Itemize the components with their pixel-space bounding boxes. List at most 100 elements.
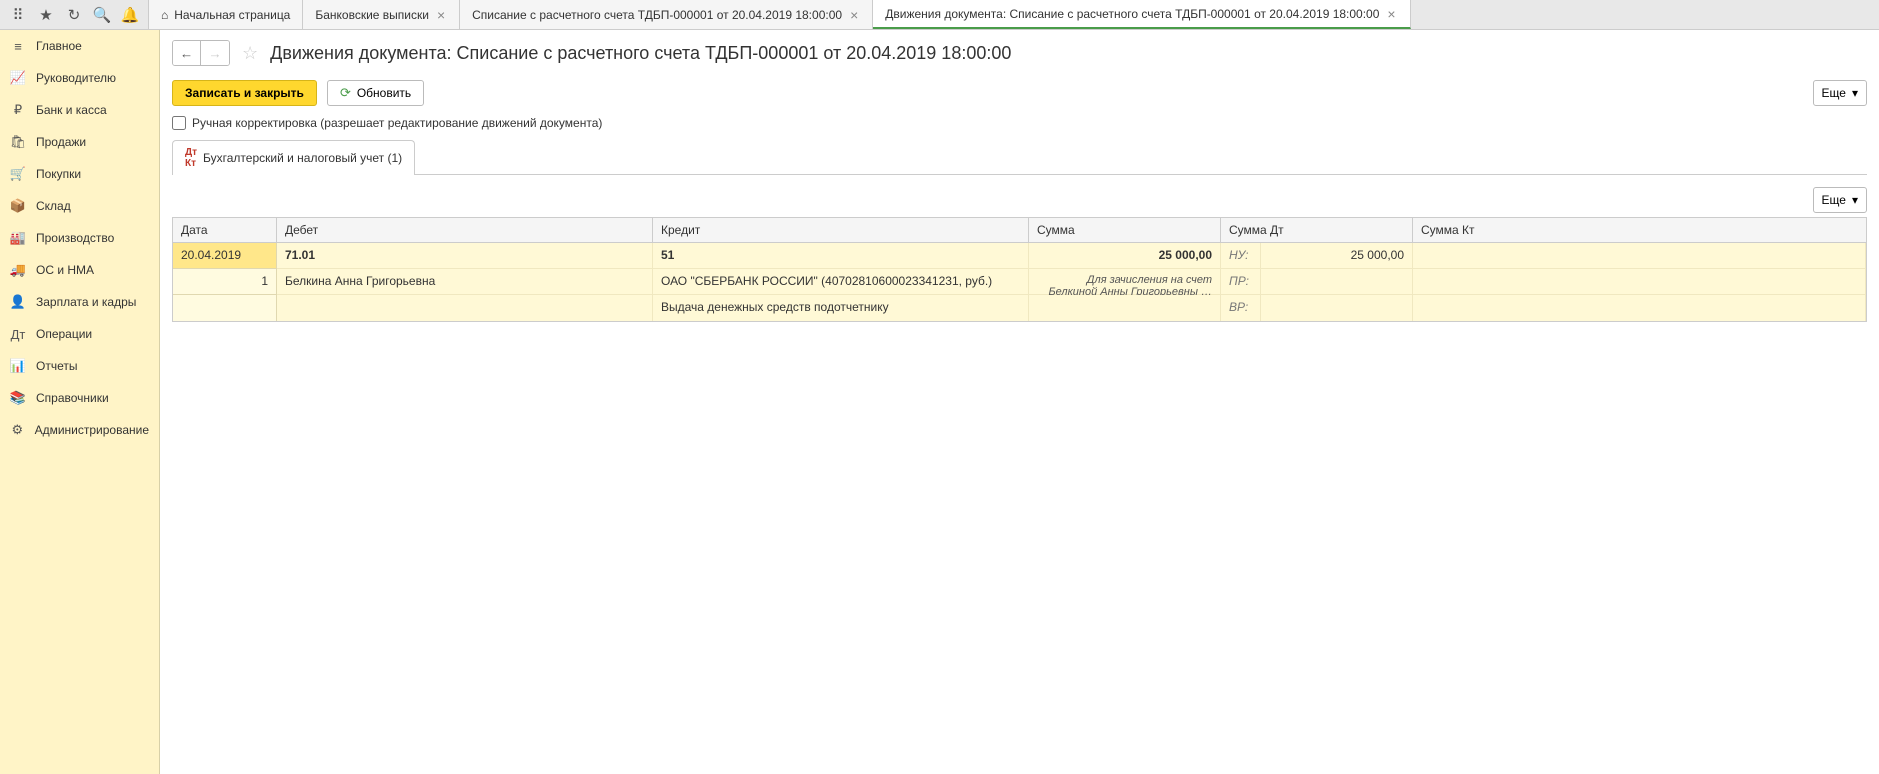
sidebar-item-admin[interactable]: ⚙ Администрирование	[0, 414, 159, 446]
favorites-icon[interactable]: ★	[32, 1, 60, 29]
sidebar-item-label: Покупки	[36, 167, 81, 181]
more-label: Еще	[1822, 86, 1846, 100]
ruble-icon: ₽	[10, 102, 26, 118]
sidebar-item-label: Производство	[36, 231, 114, 245]
bag-icon: 🛍	[10, 134, 26, 150]
sidebar-item-label: Справочники	[36, 391, 109, 405]
col-header-date[interactable]: Дата	[173, 218, 277, 242]
cell-debit-subject: Белкина Анна Григорьевна	[277, 269, 653, 294]
search-icon[interactable]: 🔍	[88, 1, 116, 29]
cell-sum: 25 000,00	[1029, 243, 1221, 268]
sidebar-item-label: Руководителю	[36, 71, 116, 85]
cell-description: Для зачисления на счет Белкиной Анны Гри…	[1029, 269, 1221, 294]
favorite-star-icon[interactable]: ☆	[238, 43, 262, 64]
factory-icon: 🏭	[10, 230, 26, 246]
list-icon: ≡	[10, 38, 26, 54]
cell-empty	[173, 295, 276, 321]
sidebar-item-label: Банк и касса	[36, 103, 107, 117]
sidebar-item-purchases[interactable]: 🛒 Покупки	[0, 158, 159, 190]
more-label: Еще	[1822, 193, 1846, 207]
cell-row-number: 1	[173, 269, 276, 295]
bars-icon: 📊	[10, 358, 26, 374]
manual-edit-label: Ручная корректировка (разрешает редактир…	[192, 116, 602, 130]
manual-edit-checkbox[interactable]	[172, 116, 186, 130]
sidebar-item-label: Продажи	[36, 135, 86, 149]
refresh-label: Обновить	[357, 86, 411, 100]
cell-sumdt-pr	[1261, 269, 1413, 294]
col-header-sumkt[interactable]: Сумма Кт	[1413, 218, 1866, 242]
cell-sumdt-vr	[1261, 295, 1413, 321]
tab-label: Движения документа: Списание с расчетног…	[885, 7, 1379, 21]
sidebar-item-reports[interactable]: 📊 Отчеты	[0, 350, 159, 382]
cell-tax-label-pr: ПР:	[1221, 269, 1261, 294]
sidebar-item-sales[interactable]: 🛍 Продажи	[0, 126, 159, 158]
sidebar-item-label: Отчеты	[36, 359, 77, 373]
nav-back-button[interactable]: ←	[173, 41, 201, 65]
sidebar-item-label: ОС и НМА	[36, 263, 94, 277]
cell-credit-operation: Выдача денежных средств подотчетнику	[653, 295, 1029, 321]
sidebar: ≡Главное 📈 Руководителю ₽ Банк и касса 🛍 Пр…	[0, 30, 160, 774]
page-title: Движения документа: Списание с расчетног…	[270, 43, 1011, 64]
cart-icon: 🛒	[10, 166, 26, 182]
dtkt-icon: ДтКт	[185, 147, 197, 169]
chevron-down-icon: ▾	[1852, 86, 1858, 100]
gear-icon: ⚙	[10, 422, 25, 438]
refresh-button[interactable]: ⟳ Обновить	[327, 80, 424, 106]
cell-credit-subject: ОАО "СБЕРБАНК РОССИИ" (40702810600023341…	[653, 269, 1029, 294]
formtab-label: Бухгалтерский и налоговый учет (1)	[203, 151, 402, 165]
sidebar-item-references[interactable]: 📚 Справочники	[0, 382, 159, 414]
sidebar-item-label: Зарплата и кадры	[36, 295, 136, 309]
tab-home[interactable]: ⌂ Начальная страница	[148, 0, 303, 29]
apps-icon[interactable]: ⠿	[4, 1, 32, 29]
sidebar-item-assets[interactable]: 🚚 ОС и НМА	[0, 254, 159, 286]
sidebar-item-hr[interactable]: 👤 Зарплата и кадры	[0, 286, 159, 318]
sidebar-item-warehouse[interactable]: 📦 Склад	[0, 190, 159, 222]
cell-sumkt-pr	[1413, 269, 1866, 294]
tab-bank-statements[interactable]: Банковские выписки ×	[303, 0, 460, 29]
sidebar-item-label: Администрирование	[35, 423, 149, 437]
cell-sum-extra	[1029, 295, 1221, 321]
sidebar-item-main[interactable]: ≡Главное	[0, 30, 159, 62]
col-header-sum[interactable]: Сумма	[1029, 218, 1221, 242]
sidebar-item-label: Склад	[36, 199, 71, 213]
close-icon[interactable]: ×	[848, 7, 860, 23]
person-icon: 👤	[10, 294, 26, 310]
truck-icon: 🚚	[10, 262, 26, 278]
sidebar-item-bank[interactable]: ₽ Банк и касса	[0, 94, 159, 126]
cell-credit-account: 51	[653, 243, 1029, 268]
grid-row[interactable]: 20.04.2019 1 71.01 51 25 000,00 НУ: 25 0…	[173, 243, 1866, 321]
sidebar-item-label: Операции	[36, 327, 92, 341]
close-icon[interactable]: ×	[435, 7, 447, 23]
tab-writeoff[interactable]: Списание с расчетного счета ТДБП-000001 …	[460, 0, 873, 29]
dtkt-icon: Дт	[10, 326, 26, 342]
cell-sumkt-nu	[1413, 243, 1866, 268]
cell-sumdt-nu: 25 000,00	[1261, 243, 1413, 268]
chevron-down-icon: ▾	[1852, 193, 1858, 207]
col-header-sumdt[interactable]: Сумма Дт	[1221, 218, 1413, 242]
history-icon[interactable]: ↻	[60, 1, 88, 29]
cell-tax-label-vr: ВР:	[1221, 295, 1261, 321]
close-icon[interactable]: ×	[1385, 6, 1397, 22]
books-icon: 📚	[10, 390, 26, 406]
col-header-debit[interactable]: Дебет	[277, 218, 653, 242]
col-header-credit[interactable]: Кредит	[653, 218, 1029, 242]
notifications-icon[interactable]: 🔔	[116, 1, 144, 29]
more-button[interactable]: Еще ▾	[1813, 80, 1867, 106]
cell-tax-label-nu: НУ:	[1221, 243, 1261, 268]
save-close-button[interactable]: Записать и закрыть	[172, 80, 317, 106]
cell-date: 20.04.2019	[173, 243, 276, 269]
tab-label: Начальная страница	[174, 8, 290, 22]
box-icon: 📦	[10, 198, 26, 214]
tab-label: Списание с расчетного счета ТДБП-000001 …	[472, 8, 842, 22]
sidebar-item-manager[interactable]: 📈 Руководителю	[0, 62, 159, 94]
tab-movements[interactable]: Движения документа: Списание с расчетног…	[873, 0, 1410, 29]
grid-more-button[interactable]: Еще ▾	[1813, 187, 1867, 213]
sidebar-item-production[interactable]: 🏭 Производство	[0, 222, 159, 254]
tab-accounting[interactable]: ДтКт Бухгалтерский и налоговый учет (1)	[172, 140, 415, 175]
sidebar-item-operations[interactable]: Дт Операции	[0, 318, 159, 350]
cell-debit-extra	[277, 295, 653, 321]
refresh-icon: ⟳	[340, 85, 351, 101]
chart-icon: 📈	[10, 70, 26, 86]
cell-sumkt-vr	[1413, 295, 1866, 321]
nav-forward-button[interactable]: →	[201, 41, 229, 65]
